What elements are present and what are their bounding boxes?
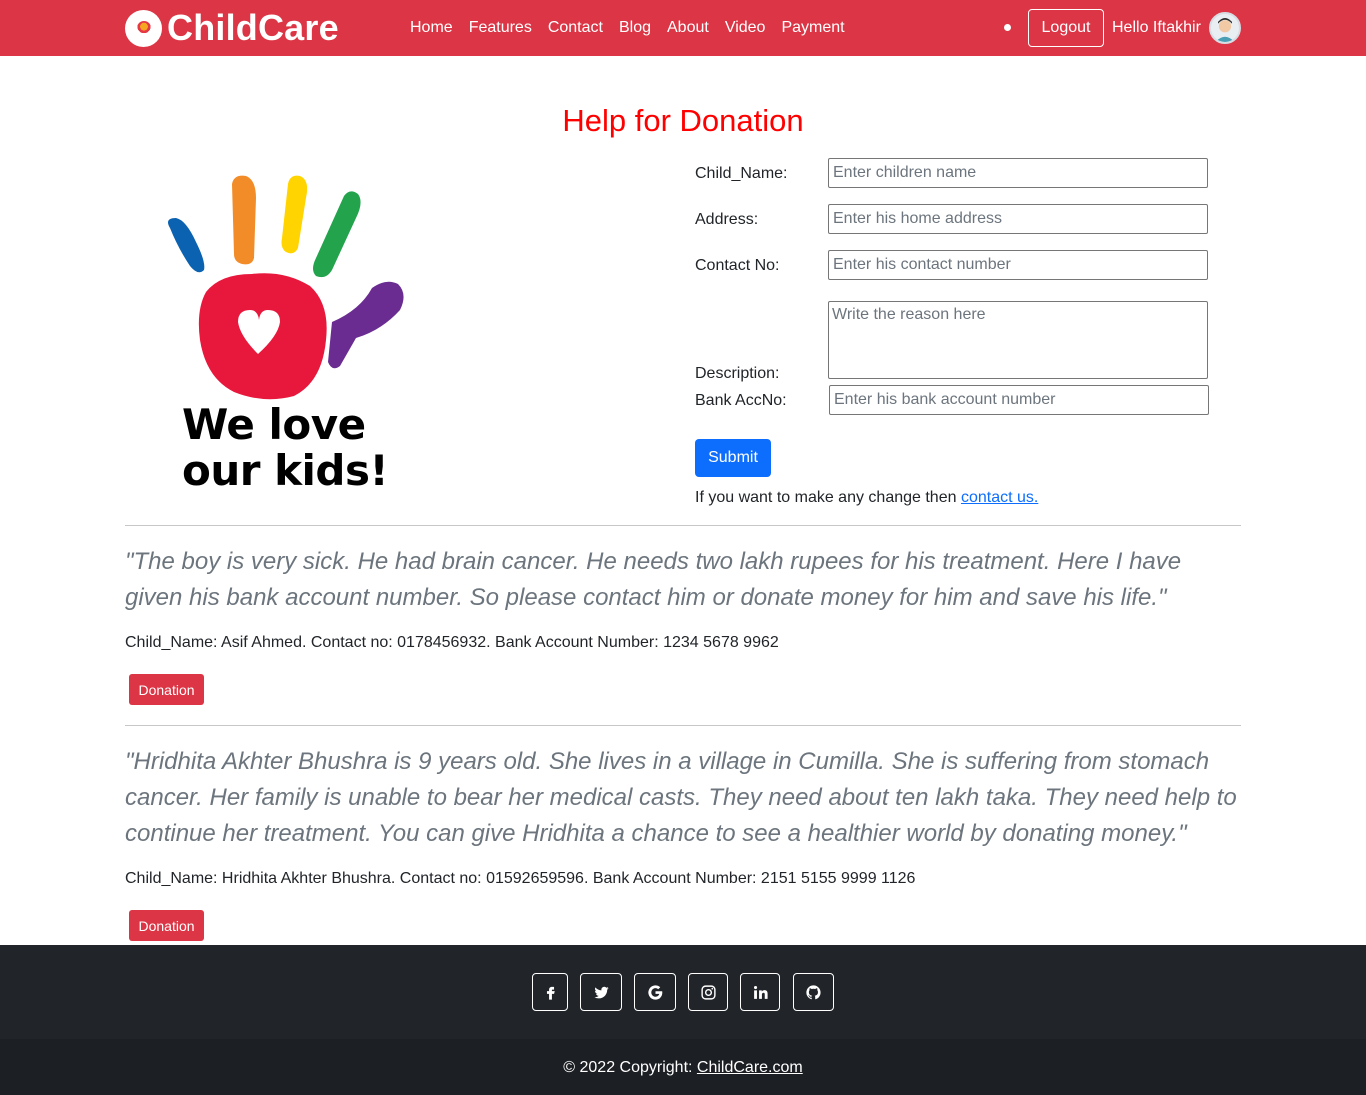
github-icon bbox=[806, 984, 821, 999]
page-title: Help for Donation bbox=[562, 103, 804, 138]
google-icon bbox=[647, 984, 662, 1000]
request-quote: "Hridhita Akhter Bhushra is 9 years old.… bbox=[125, 748, 1237, 847]
facebook-button[interactable] bbox=[532, 973, 568, 1011]
user-greeting: Hello Iftakhir bbox=[1112, 19, 1201, 36]
nav-link-payment[interactable]: Payment bbox=[773, 0, 852, 56]
contact-input[interactable] bbox=[828, 250, 1208, 280]
child-name-label: Child_Name: bbox=[695, 165, 788, 182]
instagram-icon bbox=[700, 984, 716, 1000]
childcare-link[interactable]: ChildCare.com bbox=[697, 1059, 803, 1076]
donation-button[interactable]: Donation bbox=[129, 674, 204, 705]
linkedin-icon bbox=[753, 985, 768, 999]
google-button[interactable] bbox=[634, 973, 676, 1011]
divider bbox=[125, 725, 1241, 726]
we-love-our-kids-caption: We love our kids! bbox=[182, 400, 389, 495]
brand-name: ChildCare bbox=[167, 7, 339, 48]
contact-us-link[interactable]: contact us. bbox=[961, 489, 1038, 506]
logout-button[interactable]: Logout bbox=[1028, 9, 1104, 47]
nav-link-about[interactable]: About bbox=[659, 0, 717, 56]
instagram-button[interactable] bbox=[688, 973, 728, 1011]
nav-link-blog[interactable]: Blog bbox=[611, 0, 659, 56]
nav-link-video[interactable]: Video bbox=[717, 0, 774, 56]
hand-heart-illustration bbox=[168, 175, 404, 400]
github-button[interactable] bbox=[793, 973, 834, 1011]
twitter-button[interactable] bbox=[580, 973, 622, 1011]
description-textarea[interactable] bbox=[828, 301, 1208, 379]
child-name-input[interactable] bbox=[828, 158, 1208, 188]
linkedin-button[interactable] bbox=[740, 973, 780, 1011]
copyright: © 2022 Copyright: ChildCare.com bbox=[563, 1059, 803, 1076]
description-label: Description: bbox=[695, 365, 780, 382]
address-label: Address: bbox=[695, 211, 759, 228]
nav-dot-icon bbox=[1004, 24, 1011, 31]
nav-links: Home Features Contact Blog About Video P… bbox=[402, 0, 853, 56]
top-navbar: ChildCare Home Features Contact Blog Abo… bbox=[0, 0, 1366, 56]
contact-label: Contact No: bbox=[695, 257, 780, 274]
brand-logo-icon bbox=[125, 9, 162, 47]
request-quote: "The boy is very sick. He had brain canc… bbox=[125, 548, 1182, 611]
avatar[interactable] bbox=[1209, 12, 1241, 44]
bank-account-label: Bank AccNo: bbox=[695, 392, 787, 409]
twitter-icon bbox=[593, 986, 609, 998]
request-detail: Child_Name: Hridhita Akhter Bhushra. Con… bbox=[125, 870, 916, 887]
submit-button[interactable]: Submit bbox=[695, 439, 771, 477]
nav-link-home[interactable]: Home bbox=[402, 0, 461, 56]
donation-button[interactable]: Donation bbox=[129, 910, 204, 941]
brand[interactable]: ChildCare bbox=[125, 8, 339, 48]
address-input[interactable] bbox=[828, 204, 1208, 234]
facebook-icon bbox=[546, 986, 555, 1000]
divider bbox=[125, 525, 1241, 526]
nav-link-contact[interactable]: Contact bbox=[540, 0, 611, 56]
request-detail: Child_Name: Asif Ahmed. Contact no: 0178… bbox=[125, 634, 779, 651]
bank-account-input[interactable] bbox=[829, 385, 1209, 415]
nav-link-features[interactable]: Features bbox=[461, 0, 540, 56]
change-note: If you want to make any change then cont… bbox=[695, 489, 1039, 506]
